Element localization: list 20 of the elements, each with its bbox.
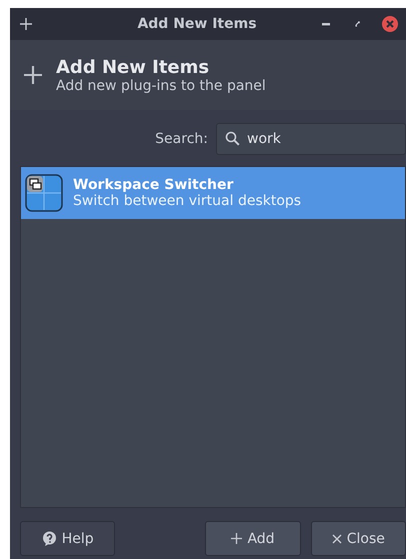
search-icon	[225, 130, 240, 146]
plugin-name: Workspace Switcher	[73, 177, 234, 193]
help-icon	[42, 531, 57, 546]
close-icon[interactable]	[382, 16, 398, 32]
add-button[interactable]: Add	[205, 521, 301, 556]
plugin-description: Switch between virtual desktops	[73, 193, 302, 209]
close-icon	[332, 534, 342, 544]
help-button[interactable]: Help	[20, 521, 116, 556]
workspace-icon	[25, 174, 63, 212]
plugin-row[interactable]: Workspace Switcher Switch between virtual desktops	[21, 167, 405, 219]
search-label: Search:	[155, 130, 208, 146]
plus-icon	[20, 18, 32, 30]
header-subtitle: Add new plug-ins to the panel	[56, 78, 266, 94]
plus-icon	[231, 533, 242, 544]
header-title: Add New Items	[56, 56, 210, 78]
minimize-icon[interactable]	[322, 22, 330, 26]
search-field[interactable]: work	[216, 122, 406, 154]
plus-icon	[24, 66, 42, 84]
close-button[interactable]: Close	[310, 521, 406, 556]
window-title: Add New Items	[136, 16, 258, 32]
